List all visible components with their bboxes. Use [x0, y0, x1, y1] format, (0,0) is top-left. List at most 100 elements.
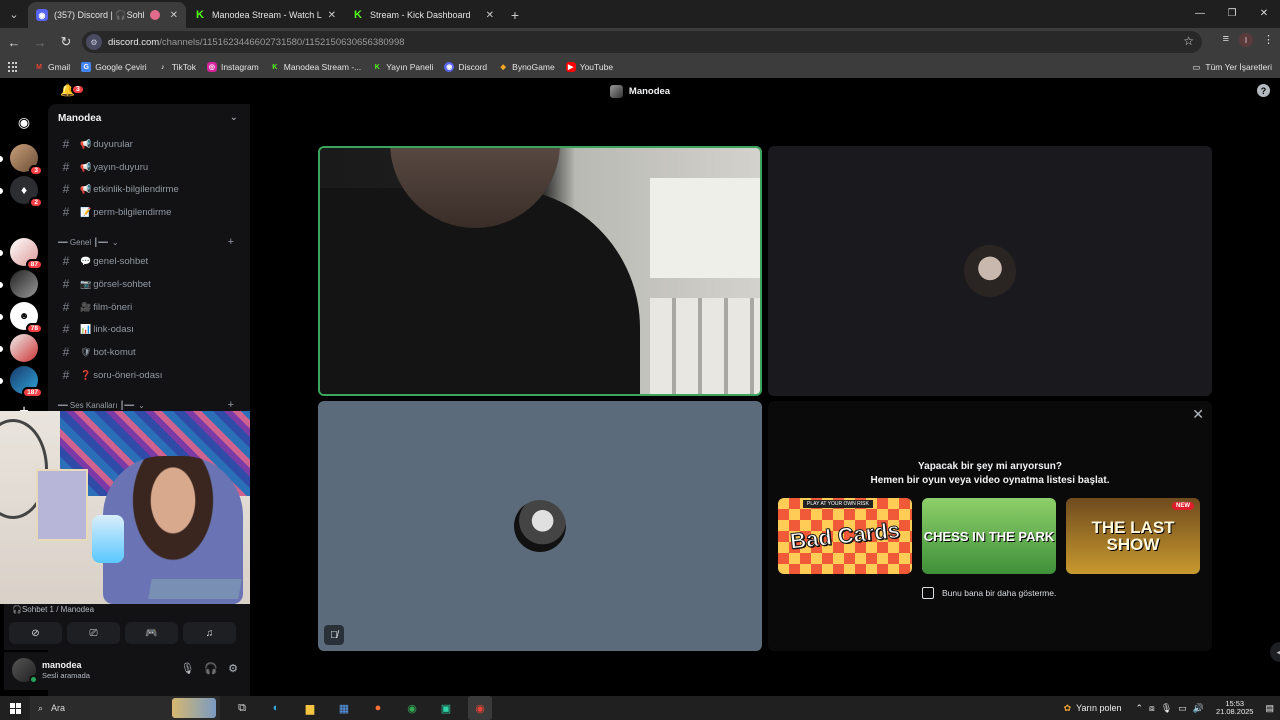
- server-name[interactable]: Manodea: [58, 113, 101, 124]
- network-icon[interactable]: ▭: [1178, 703, 1187, 714]
- camera-off-button[interactable]: ⊘: [9, 622, 62, 644]
- channel-bot-komut[interactable]: # 🛡 bot-komut: [56, 342, 242, 362]
- add-channel-icon[interactable]: +: [228, 399, 234, 411]
- forward-button[interactable]: →: [28, 30, 52, 54]
- tab-search-icon[interactable]: ⌄: [0, 0, 28, 28]
- server-icon[interactable]: ♦ 2: [0, 176, 43, 208]
- hash-icon: #: [62, 254, 70, 268]
- soundboard-button[interactable]: ♫: [183, 622, 236, 644]
- participant-tile[interactable]: [768, 146, 1212, 396]
- category-ses-kanallari[interactable]: ━━ Ses Kanalları ┃━━ ⌄ +: [58, 398, 242, 412]
- site-info-icon[interactable]: ⚙: [86, 34, 102, 50]
- close-icon[interactable]: ✕: [1192, 406, 1204, 423]
- gear-icon[interactable]: ⚙: [228, 662, 238, 675]
- chevron-down-icon[interactable]: ⌄: [230, 112, 238, 123]
- close-window-button[interactable]: ✕: [1248, 0, 1280, 26]
- voice-channel-name[interactable]: 🎧Sohbet 1 / Manodea: [12, 605, 94, 614]
- user-status: Sesli aramada: [42, 671, 90, 680]
- tab-discord[interactable]: ◉ (357) Discord | 🎧Sohbet 1 ✕: [28, 2, 186, 28]
- bookmark-bynogame[interactable]: ◆ BynoGame: [498, 62, 554, 72]
- channel-soru-oneri[interactable]: # ❓ soru-öneri-odası: [56, 365, 242, 385]
- reload-button[interactable]: ↻: [54, 30, 78, 54]
- microphone-icon[interactable]: 🎙: [180, 662, 194, 675]
- microphone-icon[interactable]: 🎙: [1161, 703, 1172, 714]
- discord-icon: ◉: [444, 62, 455, 72]
- new-tab-button[interactable]: +: [502, 2, 528, 28]
- file-explorer-icon[interactable]: ▆: [298, 696, 322, 720]
- inbox-bell-icon[interactable]: 🔔 3: [60, 83, 85, 97]
- channel-etkinlik[interactable]: # 📢 etkinlik-bilgilendirme: [56, 179, 242, 199]
- all-bookmarks[interactable]: ▭ Tüm Yer İşaretleri: [1192, 62, 1272, 73]
- chrome-icon[interactable]: ◉: [400, 696, 424, 720]
- headphones-icon[interactable]: 🎧: [204, 662, 218, 675]
- server-icon[interactable]: [0, 270, 38, 298]
- bookmark-yayin-paneli[interactable]: K Yayın Paneli: [372, 62, 434, 72]
- channel-duyurular[interactable]: # 📢 duyurular: [56, 134, 242, 154]
- store-icon[interactable]: ▦: [332, 696, 356, 720]
- server-icon[interactable]: 87: [0, 238, 43, 270]
- activity-button[interactable]: 🎮: [125, 622, 178, 644]
- avatar[interactable]: [12, 658, 38, 684]
- discord-header: 🔔 3 Manodea ?: [0, 78, 1280, 104]
- server-icon[interactable]: [0, 334, 38, 362]
- kick-icon: K: [354, 9, 362, 21]
- screen-share-button[interactable]: ⎚: [67, 622, 120, 644]
- bookmark-manodea-stream[interactable]: K Manodea Stream -...: [270, 62, 361, 72]
- weather-widget[interactable]: ✿ Yarın polen: [1064, 703, 1122, 714]
- channel-genel-sohbet[interactable]: # 💬 genel-sohbet: [56, 251, 242, 271]
- back-button[interactable]: ←: [2, 30, 26, 54]
- bookmark-gmail[interactable]: M Gmail: [34, 62, 70, 72]
- close-tab-icon[interactable]: ✕: [486, 10, 494, 21]
- restore-button[interactable]: ❐: [1216, 0, 1248, 26]
- profile-avatar[interactable]: I: [1239, 33, 1253, 47]
- channel-link-odasi[interactable]: # 📊 link-odası: [56, 319, 242, 339]
- expand-icon[interactable]: ◀: [1270, 642, 1280, 662]
- participant-tile[interactable]: 🎙̸: [318, 401, 762, 651]
- reading-list-icon[interactable]: ≡: [1223, 33, 1229, 47]
- channel-gorsel-sohbet[interactable]: # 📷 görsel-sohbet: [56, 274, 242, 294]
- clock[interactable]: 15:53 21.08.2025: [1216, 699, 1254, 717]
- url-field[interactable]: ⚙ discord.com /channels/1151623446602731…: [82, 31, 1202, 53]
- app-icon[interactable]: ▣: [434, 696, 458, 720]
- volume-icon[interactable]: 🔊: [1193, 703, 1204, 714]
- minimize-button[interactable]: —: [1184, 0, 1216, 26]
- close-tab-icon[interactable]: ✕: [170, 10, 178, 21]
- activity-card-bad-cards[interactable]: PLAY AT YOUR OWN RISK Bad Cards: [778, 498, 912, 574]
- task-view-icon[interactable]: ⧉: [230, 696, 254, 720]
- dont-show-again-checkbox[interactable]: Bunu bana bir daha gösterme.: [922, 587, 1056, 599]
- server-icon[interactable]: 3: [0, 144, 43, 176]
- activity-card-the-last-show[interactable]: NEW THE LAST SHOW: [1066, 498, 1200, 574]
- bookmark-star-icon[interactable]: ☆: [1183, 34, 1194, 48]
- server-icon[interactable]: 187: [0, 366, 43, 398]
- bookmark-discord[interactable]: ◉ Discord: [444, 62, 487, 72]
- meet-icon[interactable]: ⧈: [1149, 703, 1155, 714]
- chrome-icon[interactable]: ◉: [468, 696, 492, 720]
- firefox-icon[interactable]: ●: [366, 696, 390, 720]
- taskbar-search[interactable]: ⌕ Ara: [30, 696, 220, 720]
- kick-icon: K: [196, 9, 204, 21]
- edge-icon[interactable]: ◐: [264, 696, 288, 720]
- activity-card-chess-in-the-park[interactable]: CHESS IN THE PARK: [922, 498, 1056, 574]
- channel-yayin-duyuru[interactable]: # 📢 yayın-duyuru: [56, 157, 242, 177]
- notifications-icon[interactable]: ▤: [1265, 703, 1274, 714]
- video-tile-speaking[interactable]: [318, 146, 762, 396]
- start-button[interactable]: [0, 702, 30, 714]
- close-tab-icon[interactable]: ✕: [328, 10, 336, 21]
- bookmark-instagram[interactable]: ◎ Instagram: [206, 62, 259, 72]
- apps-grid-icon[interactable]: [8, 62, 18, 72]
- channel-film-oneri[interactable]: # 🎥 film-öneri: [56, 297, 242, 317]
- bookmark-tiktok[interactable]: ♪ TikTok: [158, 62, 196, 72]
- checkbox[interactable]: [922, 587, 934, 599]
- add-channel-icon[interactable]: +: [228, 236, 234, 248]
- menu-icon[interactable]: ⋮: [1263, 33, 1274, 47]
- category-genel[interactable]: ━━ Genel ┃━━ ⌄ +: [58, 235, 242, 249]
- discord-home-icon[interactable]: ◉: [10, 108, 38, 136]
- chevron-up-icon[interactable]: ⌃: [1135, 703, 1143, 714]
- help-icon[interactable]: ?: [1257, 84, 1270, 97]
- bookmark-google-translate[interactable]: G Google Çeviri: [81, 62, 147, 72]
- server-icon[interactable]: ☻ 78: [0, 302, 43, 334]
- tab-kick-stream[interactable]: K Manodea Stream - Watch Live ✕: [186, 2, 344, 28]
- channel-perm[interactable]: # 📝 perm-bilgilendirme: [56, 202, 242, 222]
- bookmark-youtube[interactable]: ▶ YouTube: [565, 62, 613, 72]
- tab-kick-dashboard[interactable]: K Stream - Kick Dashboard ✕: [344, 2, 502, 28]
